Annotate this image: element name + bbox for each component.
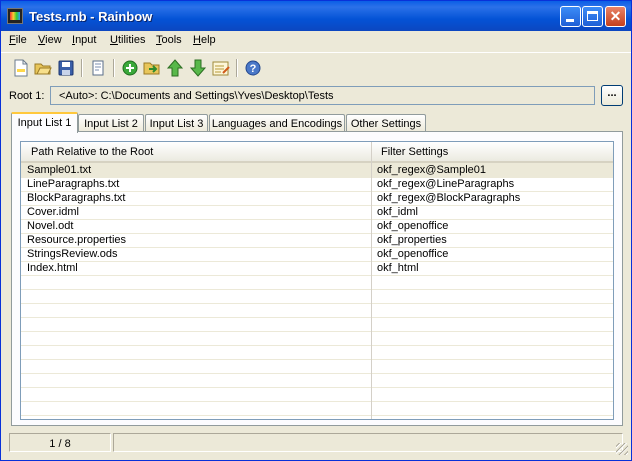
toolbar: ? (1, 52, 631, 83)
rainbow-app-icon (7, 8, 23, 24)
filter-cell: okf_regex@BlockParagraphs (377, 192, 521, 204)
svg-text:?: ? (250, 63, 257, 75)
maximize-button[interactable] (582, 6, 603, 27)
menu-help[interactable]: Help (193, 34, 216, 46)
filter-cell: okf_idml (377, 206, 418, 218)
minimize-icon (566, 19, 574, 22)
menu-help-mnemonic: H (193, 34, 201, 46)
table-row[interactable]: Index.html okf_html (21, 261, 613, 276)
toolbar-separator (81, 59, 83, 77)
status-bar: 1 / 8 (1, 431, 631, 460)
tab-input-list-1[interactable]: Input List 1 (11, 112, 78, 133)
menu-utilities-label: tilities (117, 34, 146, 46)
table-row[interactable]: Sample01.txt okf_regex@Sample01 (21, 163, 613, 178)
edit-settings-icon[interactable] (212, 59, 230, 77)
path-cell: Sample01.txt (27, 164, 92, 176)
input-files-table[interactable]: Path Relative to the Root Filter Setting… (20, 141, 614, 420)
path-cell: Cover.idml (27, 206, 79, 218)
menu-tools-label: ools (161, 34, 182, 46)
tab-input-list-2[interactable]: Input List 2 (78, 114, 144, 132)
filter-cell: okf_openoffice (377, 220, 449, 232)
empty-row (21, 289, 613, 304)
filter-cell: okf_openoffice (377, 248, 449, 260)
path-cell: LineParagraphs.txt (27, 178, 120, 190)
help-icon[interactable]: ? (244, 59, 262, 77)
main-window: Tests.rnb - Rainbow ✕ File View Input Ut… (0, 0, 632, 461)
tab-languages-encodings[interactable]: Languages and Encodings (209, 114, 345, 132)
new-file-icon[interactable] (12, 59, 30, 77)
menu-input[interactable]: Input (72, 34, 96, 46)
path-cell: Novel.odt (27, 220, 74, 232)
table-header: Path Relative to the Root Filter Setting… (21, 142, 613, 163)
table-row[interactable]: Resource.properties okf_properties (21, 233, 613, 248)
table-row[interactable]: LineParagraphs.txt okf_regex@LineParagrap… (21, 177, 613, 192)
menu-utilities-mnemonic: U (110, 34, 118, 46)
menu-file[interactable]: File (9, 34, 27, 46)
minimize-button[interactable] (560, 6, 581, 27)
edit-document-icon[interactable] (89, 59, 107, 77)
menu-view-label: iew (45, 34, 62, 46)
menu-file-mnemonic: F (9, 34, 16, 46)
empty-row (21, 317, 613, 332)
toolbar-separator (236, 59, 238, 77)
save-icon[interactable] (57, 59, 75, 77)
menu-file-label: ile (15, 34, 27, 46)
menu-input-label: nput (75, 34, 97, 46)
menu-tools[interactable]: Tools (156, 34, 182, 46)
status-count: 1 / 8 (9, 433, 111, 452)
menu-view[interactable]: View (38, 34, 62, 46)
column-divider (371, 142, 372, 419)
empty-row (21, 331, 613, 346)
close-button[interactable]: ✕ (605, 6, 626, 27)
filter-cell: okf_html (377, 262, 419, 274)
window-title: Tests.rnb - Rainbow (29, 9, 153, 24)
empty-row (21, 345, 613, 360)
empty-row (21, 373, 613, 388)
empty-row (21, 359, 613, 374)
table-row[interactable]: Cover.idml okf_idml (21, 205, 613, 220)
browse-root-button[interactable]: ... (601, 85, 623, 106)
menu-utilities[interactable]: Utilities (110, 34, 145, 46)
empty-row (21, 303, 613, 318)
path-cell: BlockParagraphs.txt (27, 192, 126, 204)
toolbar-separator (113, 59, 115, 77)
move-down-icon[interactable] (189, 59, 207, 77)
menu-bar: File View Input Utilities Tools Help (1, 31, 631, 50)
root-label: Root 1: (9, 90, 45, 102)
add-files-icon[interactable] (143, 59, 161, 77)
title-bar[interactable]: Tests.rnb - Rainbow ✕ (1, 1, 631, 31)
resize-grip[interactable] (616, 443, 628, 455)
empty-row (21, 275, 613, 290)
table-row[interactable]: Novel.odt okf_openoffice (21, 219, 613, 234)
path-cell: StringsReview.ods (27, 248, 118, 260)
input-list-panel: Path Relative to the Root Filter Setting… (11, 131, 623, 426)
empty-row (21, 387, 613, 402)
column-header-filter[interactable]: Filter Settings (381, 146, 448, 158)
menu-help-label: elp (200, 34, 216, 46)
add-icon[interactable] (121, 59, 139, 77)
open-folder-icon[interactable] (34, 59, 52, 77)
table-row[interactable]: StringsReview.ods okf_openoffice (21, 247, 613, 262)
path-cell: Index.html (27, 262, 78, 274)
maximize-icon (587, 11, 598, 21)
filter-cell: okf_regex@LineParagraphs (377, 178, 515, 190)
filter-cell: okf_regex@Sample01 (377, 164, 487, 176)
tab-other-settings[interactable]: Other Settings (346, 114, 426, 132)
filter-cell: okf_properties (377, 234, 447, 246)
empty-row (21, 401, 613, 416)
status-message (113, 433, 623, 452)
column-header-path[interactable]: Path Relative to the Root (31, 146, 153, 158)
path-cell: Resource.properties (27, 234, 127, 246)
root-path-field[interactable]: <Auto>: C:\Documents and Settings\Yves\D… (50, 86, 595, 105)
table-row[interactable]: BlockParagraphs.txt okf_regex@BlockParagr… (21, 191, 613, 206)
move-up-icon[interactable] (166, 59, 184, 77)
tab-input-list-3[interactable]: Input List 3 (145, 114, 208, 132)
